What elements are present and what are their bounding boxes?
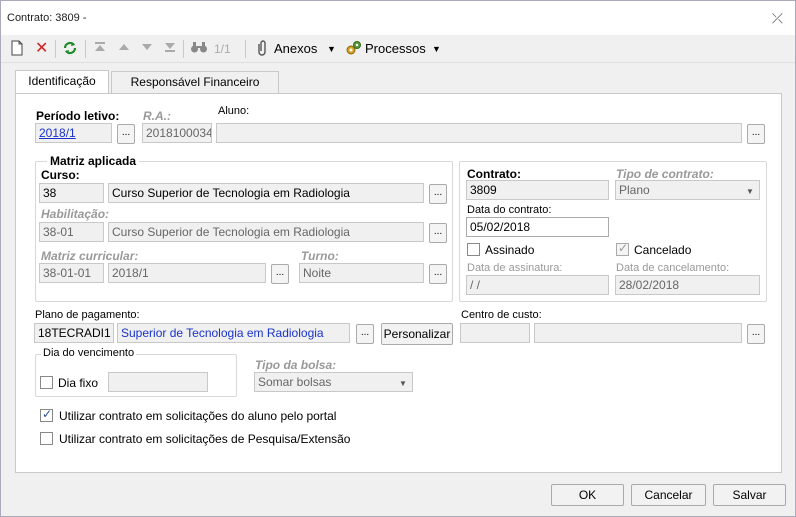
- assinado-checkbox[interactable]: [467, 243, 480, 256]
- data-contrato-field[interactable]: 05/02/2018: [466, 217, 609, 237]
- data-cancelamento-field[interactable]: 28/02/2018: [615, 275, 760, 295]
- close-icon[interactable]: ⤫: [772, 10, 783, 27]
- toolbar-separator: [55, 40, 56, 58]
- dia-fixo-checkbox[interactable]: [40, 376, 53, 389]
- binoculars-icon[interactable]: [190, 40, 208, 58]
- delete-icon[interactable]: ✕: [35, 40, 48, 58]
- paperclip-icon: [255, 40, 269, 58]
- processos-menu-button[interactable]: Processos: [365, 40, 426, 58]
- data-assinatura-field[interactable]: / /: [466, 275, 609, 295]
- next-record-icon[interactable]: [140, 40, 154, 58]
- vencimento-legend: Dia do vencimento: [41, 347, 137, 359]
- toolbar: ✕ 1/1 Anexos ▼ Processos ▼: [1, 35, 795, 63]
- refresh-icon[interactable]: [62, 40, 78, 58]
- matriz-code-field[interactable]: 38-01-01: [39, 263, 104, 283]
- cancelado-checkbox[interactable]: [616, 241, 629, 256]
- chevron-down-icon[interactable]: ▼: [746, 187, 754, 196]
- plano-label: Plano de pagamento:: [35, 309, 140, 321]
- dia-fixo-label: Dia fixo: [58, 376, 99, 390]
- contrato-field[interactable]: 3809: [466, 180, 609, 200]
- toolbar-separator: [245, 40, 246, 58]
- personalizar-button[interactable]: Personalizar: [381, 323, 453, 345]
- tipo-bolsa-select[interactable]: Somar bolsas: [254, 372, 413, 392]
- gears-icon: [345, 40, 363, 58]
- aluno-label: Aluno:: [218, 105, 250, 117]
- habilitacao-lookup-button[interactable]: ...: [429, 223, 447, 243]
- portal-label: Utilizar contrato em solicitações do alu…: [59, 409, 337, 423]
- turno-label: Turno:: [301, 249, 339, 263]
- cancelado-label: Cancelado: [634, 243, 692, 257]
- ok-button[interactable]: OK: [551, 484, 624, 506]
- centro-lookup-button[interactable]: ...: [747, 324, 765, 344]
- new-document-icon[interactable]: [10, 40, 24, 58]
- aluno-field[interactable]: [216, 123, 742, 143]
- chevron-down-icon[interactable]: ▼: [432, 40, 441, 58]
- anexos-menu-button[interactable]: Anexos: [274, 40, 317, 58]
- dia-fixo-field[interactable]: [108, 372, 208, 392]
- first-record-icon[interactable]: [93, 40, 107, 58]
- centro-custo-label: Centro de custo:: [461, 309, 542, 321]
- aluno-lookup-button[interactable]: ...: [747, 124, 765, 144]
- matriz-legend: Matriz aplicada: [47, 154, 140, 168]
- chevron-down-icon[interactable]: ▼: [399, 379, 407, 388]
- periodo-lookup-button[interactable]: ...: [117, 124, 135, 144]
- habilitacao-label: Habilitação:: [41, 207, 110, 221]
- curso-label: Curso:: [41, 168, 80, 182]
- centro-name-field[interactable]: [534, 323, 742, 343]
- matriz-lookup-button[interactable]: ...: [271, 264, 289, 284]
- turno-field[interactable]: Noite: [299, 263, 424, 283]
- plano-lookup-button[interactable]: ...: [356, 324, 374, 344]
- data-cancelamento-label: Data de cancelamento:: [616, 262, 730, 274]
- assinado-label: Assinado: [485, 243, 535, 257]
- curso-lookup-button[interactable]: ...: [429, 184, 447, 204]
- ra-field[interactable]: 2018100034: [142, 123, 212, 143]
- last-record-icon[interactable]: [163, 40, 177, 58]
- contract-dialog: Contrato: 3809 - ⤫ ✕ 1/1 Anexos ▼ Proces…: [0, 0, 796, 517]
- tab-responsavel-financeiro[interactable]: Responsável Financeiro: [111, 71, 279, 93]
- matriz-curricular-label: Matriz curricular:: [41, 249, 139, 263]
- data-assinatura-label: Data de assinatura:: [467, 262, 563, 274]
- habilitacao-code-field[interactable]: 38-01: [39, 222, 104, 242]
- plano-code-field[interactable]: 18TECRADI1: [34, 323, 114, 343]
- plano-name-field[interactable]: Superior de Tecnologia em Radiologia: [117, 323, 350, 343]
- turno-lookup-button[interactable]: ...: [429, 264, 447, 284]
- matriz-period-field[interactable]: 2018/1: [108, 263, 266, 283]
- contrato-label: Contrato:: [467, 167, 521, 181]
- curso-code-field[interactable]: 38: [39, 183, 104, 203]
- previous-record-icon[interactable]: [117, 40, 131, 58]
- tipo-contrato-label: Tipo de contrato:: [616, 167, 714, 181]
- page-indicator: 1/1: [214, 42, 231, 56]
- portal-checkbox[interactable]: [40, 407, 53, 422]
- periodo-label: Período letivo:: [36, 109, 120, 123]
- pesquisa-label: Utilizar contrato em solicitações de Pes…: [59, 432, 351, 446]
- window-title: Contrato: 3809 -: [7, 12, 87, 24]
- periodo-field[interactable]: 2018/1: [35, 123, 112, 143]
- data-contrato-label: Data do contrato:: [467, 204, 552, 216]
- habilitacao-name-field[interactable]: Curso Superior de Tecnologia em Radiolog…: [108, 222, 424, 242]
- tab-identificacao[interactable]: Identificação: [15, 70, 109, 94]
- toolbar-separator: [85, 40, 86, 58]
- curso-name-field[interactable]: Curso Superior de Tecnologia em Radiolog…: [108, 183, 424, 203]
- centro-code-field[interactable]: [460, 323, 530, 343]
- ra-label: R.A.:: [143, 109, 171, 123]
- chevron-down-icon[interactable]: ▼: [327, 40, 336, 58]
- cancelar-button[interactable]: Cancelar: [631, 484, 706, 506]
- dialog-footer: OK Cancelar Salvar: [1, 476, 795, 516]
- tipo-contrato-select[interactable]: Plano: [615, 180, 760, 200]
- toolbar-separator: [183, 40, 184, 58]
- title-bar: Contrato: 3809 - ⤫: [1, 1, 795, 35]
- tipo-bolsa-label: Tipo da bolsa:: [255, 358, 337, 372]
- salvar-button[interactable]: Salvar: [713, 484, 786, 506]
- pesquisa-checkbox[interactable]: [40, 432, 53, 445]
